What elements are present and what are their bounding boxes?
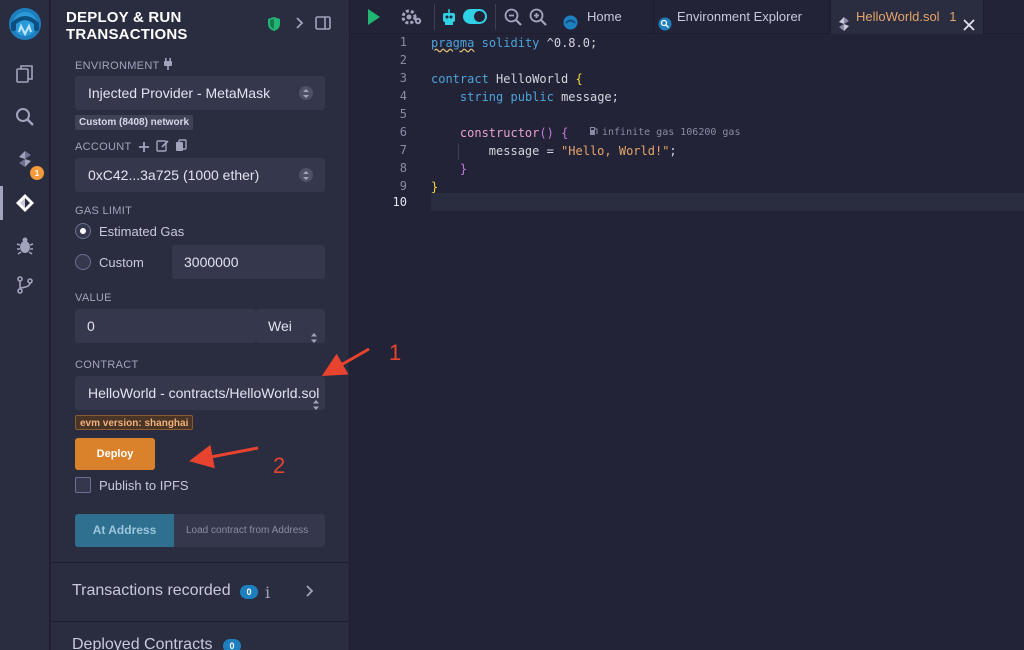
annotation-number-1: 1	[389, 340, 402, 365]
annotation-arrow-2	[189, 444, 259, 469]
annotation-number-2: 2	[273, 453, 286, 478]
annotation-arrow-1	[321, 347, 370, 376]
annotation-overlay	[189, 347, 370, 469]
